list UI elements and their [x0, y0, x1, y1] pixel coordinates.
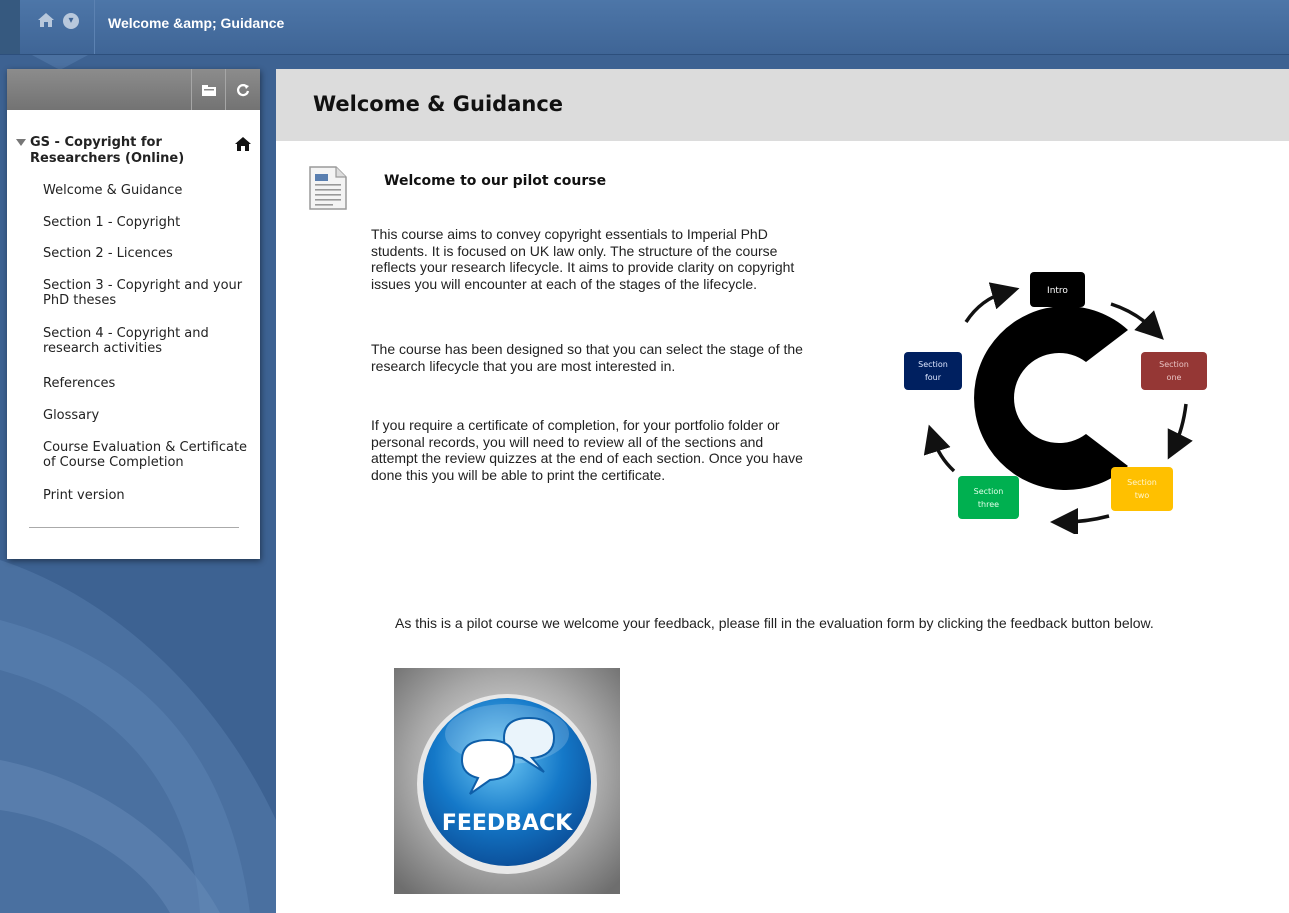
svg-text:Section: Section	[974, 487, 1004, 496]
svg-text:Section: Section	[1159, 360, 1189, 369]
menu-item-section-4[interactable]: Section 4 - Copyright and research activ…	[43, 326, 248, 356]
breadcrumb[interactable]: Welcome &amp; Guidance	[108, 15, 284, 31]
home-icon[interactable]	[37, 12, 55, 28]
course-menu: GS - Copyright for Researchers (Online) …	[7, 69, 260, 559]
lifecycle-section-two[interactable]: Section two	[1111, 467, 1173, 511]
svg-text:Section: Section	[1127, 478, 1157, 487]
copyright-c-shape	[974, 306, 1128, 490]
content-area: Welcome & Guidance Welcome to our pilot …	[276, 69, 1289, 913]
menu-item-glossary[interactable]: Glossary	[43, 408, 248, 423]
menu-item-evaluation[interactable]: Course Evaluation & Certificate of Cours…	[43, 440, 248, 470]
menu-item-section-1[interactable]: Section 1 - Copyright	[43, 215, 248, 230]
page-title: Welcome & Guidance	[313, 92, 564, 116]
menu-divider	[29, 527, 239, 528]
course-menu-toolbar	[7, 69, 260, 110]
refresh-icon	[236, 83, 250, 96]
arrow-icon	[1050, 507, 1110, 534]
folder-view-icon	[202, 84, 216, 96]
svg-text:Section: Section	[918, 360, 948, 369]
arrow-icon	[964, 282, 1020, 323]
svg-text:two: two	[1135, 491, 1150, 500]
lifecycle-intro[interactable]: Intro	[1030, 272, 1085, 307]
svg-text:one: one	[1167, 373, 1182, 382]
arrow-icon	[923, 424, 956, 473]
menu-item-welcome[interactable]: Welcome & Guidance	[43, 183, 248, 198]
intro-paragraph-1: This course aims to convey copyright ess…	[371, 226, 795, 292]
lifecycle-section-one[interactable]: Section one	[1141, 352, 1207, 390]
menu-item-print-version[interactable]: Print version	[43, 488, 248, 503]
item-title[interactable]: Welcome to our pilot course	[384, 173, 606, 189]
menu-item-section-3[interactable]: Section 3 - Copyright and your PhD these…	[43, 278, 248, 308]
course-title-group: GS - Copyright for Researchers (Online)	[16, 135, 257, 167]
page-header: Welcome & Guidance	[276, 69, 1289, 141]
research-lifecycle-diagram: Intro Section one Section two Section th…	[904, 272, 1207, 534]
feedback-button[interactable]: FEEDBACK	[394, 668, 620, 894]
svg-text:Intro: Intro	[1047, 286, 1068, 296]
feedback-label: FEEDBACK	[442, 811, 573, 836]
folder-view-button[interactable]	[191, 69, 226, 110]
course-home-icon[interactable]	[235, 137, 251, 151]
global-nav-bar: ▾ Welcome &amp; Guidance	[0, 0, 1289, 55]
topbar-edge	[0, 0, 20, 54]
svg-text:three: three	[978, 500, 999, 509]
intro-paragraph-2: The course has been designed so that you…	[371, 341, 803, 374]
chevron-down-icon[interactable]: ▾	[63, 13, 79, 29]
svg-text:four: four	[925, 373, 942, 382]
feedback-invitation-text: As this is a pilot course we welcome you…	[395, 615, 1154, 631]
collapse-triangle-icon[interactable]	[16, 139, 26, 146]
lifecycle-section-three[interactable]: Section three	[958, 476, 1019, 519]
refresh-button[interactable]	[225, 69, 260, 110]
lifecycle-section-four[interactable]: Section four	[904, 352, 962, 390]
document-icon	[309, 166, 347, 210]
intro-paragraph-3: If you require a certificate of completi…	[371, 417, 803, 483]
home-menu[interactable]: ▾	[20, 0, 95, 54]
menu-item-section-2[interactable]: Section 2 - Licences	[43, 246, 248, 261]
arrow-icon	[1167, 403, 1193, 460]
course-title[interactable]: GS - Copyright for Researchers (Online)	[27, 135, 220, 167]
menu-item-references[interactable]: References	[43, 376, 248, 391]
